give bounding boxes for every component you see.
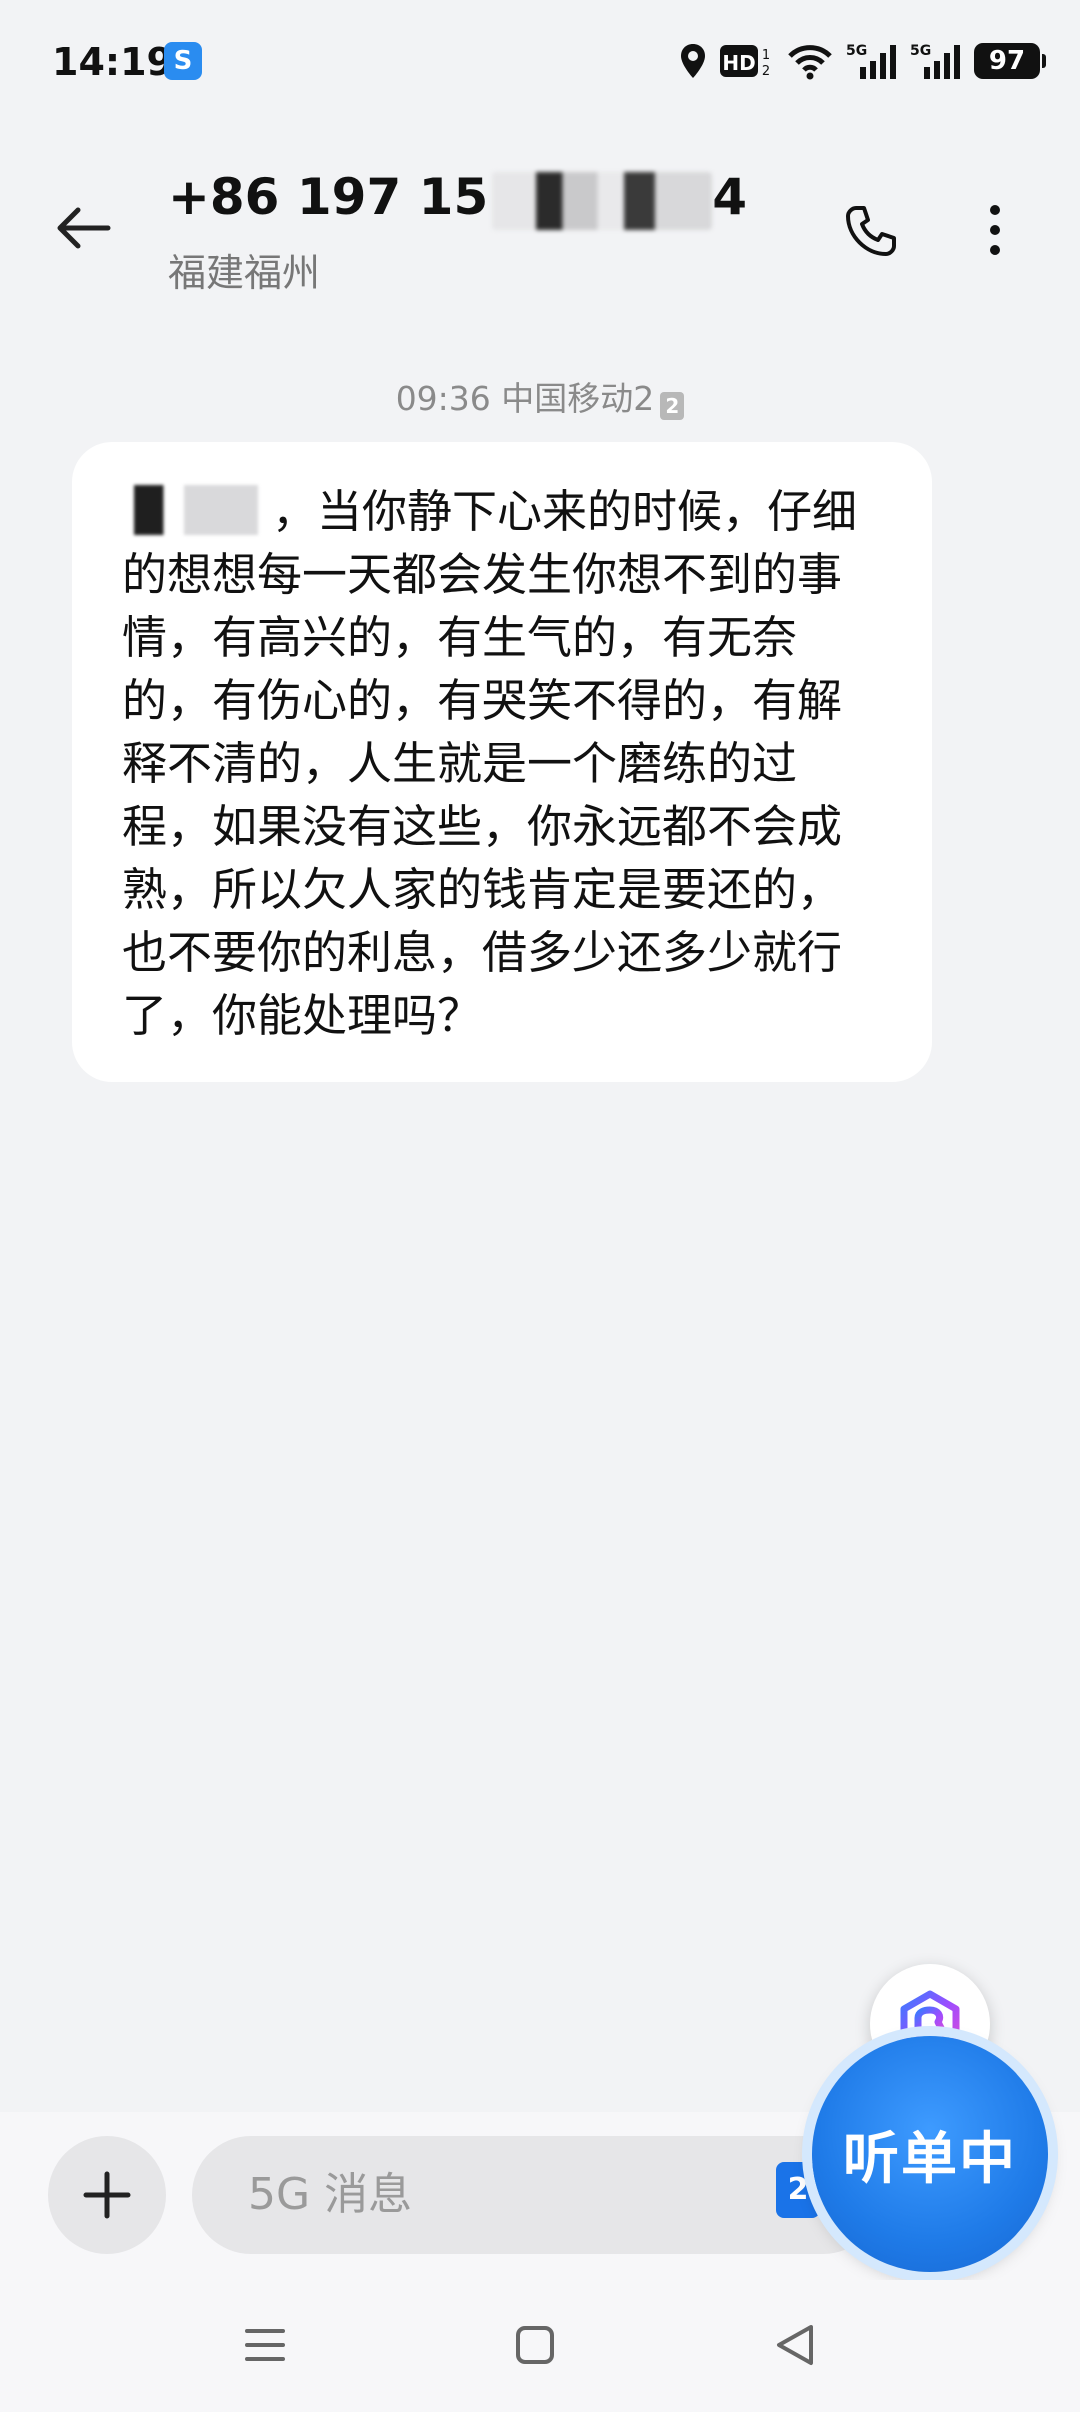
more-options-button[interactable] [955,190,1035,270]
message-bubble[interactable]: ，当你静下心来的时候，仔细的想想每一天都会发生你想不到的事情，有高兴的，有生气的… [72,442,932,1082]
menu-nav-button[interactable] [230,2310,300,2380]
message-text: ，当你静下心来的时候，仔细的想想每一天都会发生你想不到的事情，有高兴的，有生气的… [122,485,858,1042]
signal-icon: 5G [910,41,962,81]
status-time: 14:19 [52,40,173,84]
sim-badge: 2 [660,392,685,420]
add-attachment-button[interactable] [48,2136,166,2254]
phone-icon [846,206,896,256]
listening-button[interactable]: 听单中 [812,2036,1048,2272]
message-carrier: 中国移动2 [501,379,655,418]
svg-text:5G: 5G [910,43,931,59]
contact-number-suffix: 4 [712,168,748,226]
more-vertical-icon [990,205,1000,255]
message-meta: 09:36 中国移动2 2 [0,372,1080,420]
message-time: 09:36 [395,379,491,418]
signal-icon: 5G [846,41,898,81]
app-notification-icon: S [164,42,202,80]
svg-text:1: 1 [762,48,770,63]
svg-text:5G: 5G [846,43,867,59]
contact-location: 福建福州 [168,251,321,295]
navigation-bar [0,2280,1080,2412]
redacted-digits [492,171,713,230]
status-bar: 14:19 S HD 1 2 5G 5G 97 [0,0,1080,120]
svg-text:2: 2 [762,64,770,79]
arrow-left-icon [57,207,111,249]
home-square-icon [516,2326,554,2364]
conversation-header: +86 197 15 4 福建福州 [0,150,1080,320]
contact-number: +86 197 15 4 [168,168,747,230]
back-button[interactable] [44,188,124,268]
back-nav-button[interactable] [760,2310,830,2380]
menu-icon [245,2329,285,2361]
message-body: ，当你静下心来的时候，仔细的想想每一天都会发生你想不到的事情，有高兴的，有生气的… [122,480,882,1047]
wifi-icon [786,42,834,80]
back-triangle-icon [777,2325,813,2365]
svg-text:HD: HD [722,51,755,75]
hd-icon: HD 1 2 [720,43,774,79]
call-button[interactable] [830,190,910,270]
battery-icon: 97 [974,43,1046,79]
home-nav-button[interactable] [500,2310,570,2380]
location-icon [678,42,708,80]
status-icons: HD 1 2 5G 5G 97 [678,36,1046,86]
redacted-name [122,485,270,535]
contact-number-visible: +86 197 15 [168,168,489,226]
plus-icon [83,2171,131,2219]
